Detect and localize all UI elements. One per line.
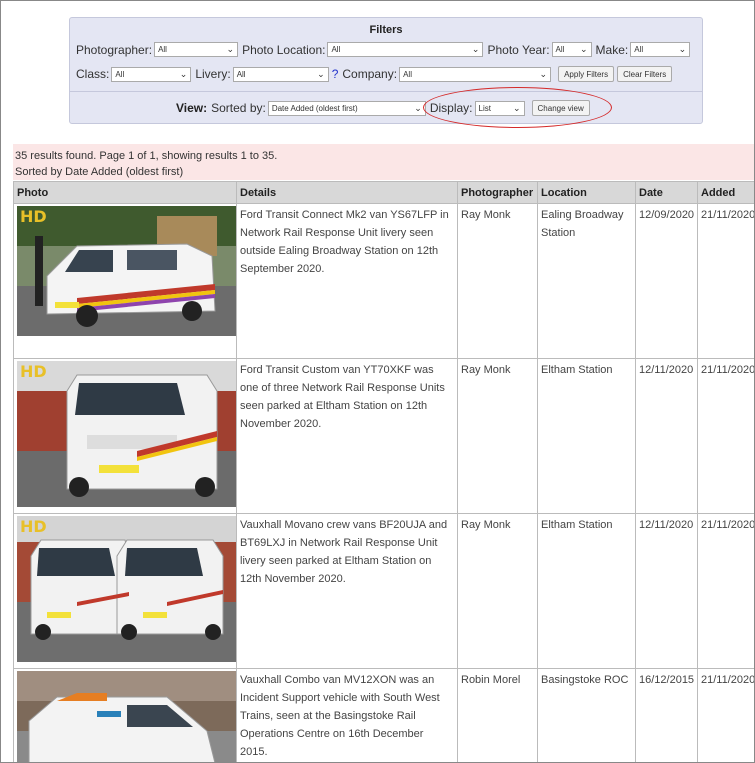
vehicle-photo[interactable]: HD [17,516,236,662]
highlight-ellipse-annotation [423,87,612,128]
page-frame: Filters Photographer: All ⌄ Photo Locati… [0,0,755,763]
class-select[interactable]: All ⌄ [111,66,192,82]
make-select-value: All [634,45,644,54]
van-photo-image [17,206,236,336]
details-cell: Ford Transit Custom van YT70XKF was one … [236,358,458,514]
table-row: HD Ford Transit Custom van YT70XKF was o… [13,358,754,514]
company-label: Company: [342,67,398,81]
company-select-value: All [403,69,412,79]
livery-select-value: All [236,69,246,79]
column-header-photo[interactable]: Photo [13,181,237,204]
make-select[interactable]: All ⌄ [630,42,691,57]
added-cell: 21/11/2020 [697,668,754,762]
livery-select[interactable]: All ⌄ [232,66,329,82]
photo-cell [13,668,237,762]
column-header-photographer[interactable]: Photographer [457,181,538,204]
photographer-cell: Ray Monk [457,203,538,359]
apply-filters-button[interactable]: Apply Filters [558,66,615,82]
photo-location-select-value: All [331,45,341,54]
photo-year-label: Photo Year: [487,42,550,57]
make-label: Make: [595,42,629,57]
filters-row-1: Photographer: All ⌄ Photo Location: All … [76,42,694,57]
column-header-location[interactable]: Location [537,181,636,204]
van-photo-image [17,516,236,662]
table-row: HD Vauxhall Movano crew vans BF20UJA and… [13,513,754,669]
company-select[interactable]: All ⌄ [399,66,552,82]
sort-select-value: Date Added (oldest first) [271,103,358,113]
details-cell: Vauxhall Movano crew vans BF20UJA and BT… [236,513,458,669]
date-cell: 16/12/2015 [635,668,698,762]
photographer-cell: Ray Monk [457,513,538,669]
photographer-label: Photographer: [76,42,153,57]
photo-cell: HD [13,358,237,514]
results-count-text: 35 results found. Page 1 of 1, showing r… [15,150,278,162]
chevron-down-icon: ⌄ [414,102,422,113]
added-cell: 21/11/2020 [697,513,754,669]
chevron-down-icon: ⌄ [539,68,548,79]
chevron-down-icon: ⌄ [226,44,235,54]
photographer-cell: Robin Morel [457,668,538,762]
help-link[interactable]: ? [332,67,339,81]
photo-year-select-value: All [555,45,565,54]
hd-watermark: HD [20,207,47,226]
chevron-down-icon: ⌄ [317,68,325,79]
chevron-down-icon: ⌄ [678,44,687,54]
clear-filters-button[interactable]: Clear Filters [617,66,673,82]
location-cell: Eltham Station [537,358,636,514]
photographer-select[interactable]: All ⌄ [154,42,239,57]
results-info: 35 results found. Page 1 of 1, showing r… [13,144,754,180]
class-label: Class: [76,67,110,81]
added-cell: 21/11/2020 [697,358,754,514]
date-cell: 12/11/2020 [635,513,698,669]
sorted-by-label: Sorted by: [211,101,266,115]
table-row: HD Ford Transit Connect Mk2 van YS67LFP … [13,203,754,359]
vehicle-photo[interactable]: HD [17,206,236,336]
chevron-down-icon: ⌄ [179,68,188,79]
photo-cell: HD [13,513,237,669]
filters-panel: Filters Photographer: All ⌄ Photo Locati… [69,17,703,91]
results-sort-text: Sorted by Date Added (oldest first) [15,166,184,178]
class-select-value: All [115,69,125,79]
hd-watermark: HD [20,517,47,536]
table-row: Vauxhall Combo van MV12XON was an Incide… [13,668,754,762]
chevron-down-icon: ⌄ [471,44,480,54]
column-header-details[interactable]: Details [236,181,458,204]
column-header-date[interactable]: Date [635,181,698,204]
table-header-row: Photo Details Photographer Location Date… [13,181,754,204]
location-cell: Basingstoke ROC [537,668,636,762]
photo-year-select[interactable]: All ⌄ [551,42,592,57]
photo-cell: HD [13,203,237,359]
van-photo-image [17,361,236,507]
date-cell: 12/11/2020 [635,358,698,514]
details-cell: Ford Transit Connect Mk2 van YS67LFP in … [236,203,458,359]
column-header-added[interactable]: Added [697,181,754,204]
hd-watermark: HD [20,362,47,381]
filters-title: Filters [369,24,403,36]
location-cell: Ealing Broadway Station [537,203,636,359]
photo-location-select[interactable]: All ⌄ [327,42,484,57]
location-cell: Eltham Station [537,513,636,669]
photographer-cell: Ray Monk [457,358,538,514]
photo-location-label: Photo Location: [242,42,326,57]
livery-label: Livery: [195,67,231,81]
filters-row-2: Class: All ⌄ Livery: All ⌄ ? Company: Al… [76,66,673,82]
date-cell: 12/09/2020 [635,203,698,359]
vehicle-photo[interactable]: HD [17,361,236,507]
details-cell: Vauxhall Combo van MV12XON was an Incide… [236,668,458,762]
van-photo-image [17,671,236,762]
view-label: View: [176,101,208,115]
added-cell: 21/11/2020 [697,203,754,359]
results-table: Photo Details Photographer Location Date… [13,181,754,762]
chevron-down-icon: ⌄ [579,44,588,54]
vehicle-photo[interactable] [17,671,236,762]
sort-select[interactable]: Date Added (oldest first) ⌄ [267,100,426,116]
photographer-select-value: All [158,45,167,54]
